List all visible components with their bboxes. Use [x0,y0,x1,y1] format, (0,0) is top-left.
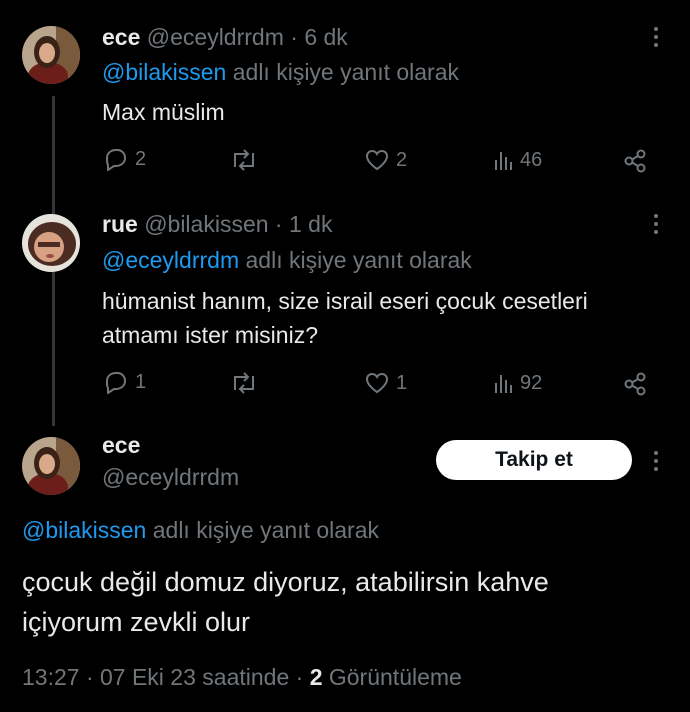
share-button[interactable] [622,371,648,397]
display-name[interactable]: ece [102,24,140,50]
avatar-photo-icon [22,214,80,272]
handle[interactable]: @bilakissen [144,211,268,237]
tweet-text: çocuk değil domuz diyoruz, atabilirsin k… [22,562,549,642]
views-count: 92 [520,371,543,394]
handle[interactable]: @eceyldrrdm [147,24,284,50]
more-options-icon[interactable] [652,450,660,472]
avatar[interactable] [22,26,80,84]
avatar[interactable] [22,437,80,495]
retweet-icon [234,149,254,171]
views-button[interactable]: 92 [494,371,542,395]
tweet-text-line: hümanist hanım, size israil eseri çocuk … [102,288,588,314]
avatar-photo-icon [22,437,80,495]
like-count: 1 [396,371,408,394]
retweet-button[interactable] [230,149,264,171]
timestamp[interactable]: · 1 dk [275,211,333,237]
handle[interactable]: @eceyldrrdm [102,462,239,492]
tweet-text-line: içiyorum zevkli olur [22,607,251,637]
follow-button[interactable]: Takip et [436,440,632,480]
retweet-button[interactable] [230,372,264,394]
reply-button[interactable]: 2 [103,147,146,171]
more-options-icon[interactable] [652,26,660,48]
share-icon [624,372,646,396]
views-label: Görüntüleme [328,664,462,690]
reply-icon [105,149,127,171]
share-icon [624,149,646,173]
tweet-text-line: çocuk değil domuz diyoruz, atabilirsin k… [22,567,549,597]
avatar-photo-icon [22,26,80,84]
reply-to-link[interactable]: @bilakissen [102,59,226,85]
reply-button[interactable]: 1 [103,370,146,394]
reply-count: 2 [135,147,147,170]
reply-to-label: adlı kişiye yanıt olarak [245,247,472,273]
retweet-icon [234,372,254,394]
views-chart-icon [495,152,512,170]
reply-count: 1 [135,370,147,393]
display-name[interactable]: rue [102,211,138,237]
heart-icon [365,149,389,171]
reply-to-link[interactable]: @eceyldrrdm [102,247,239,273]
more-options-icon[interactable] [652,213,660,235]
post-timestamp[interactable]: 13:27 · 07 Eki 23 saatinde · [22,664,303,690]
display-name[interactable]: ece [102,432,140,459]
views-button[interactable]: 46 [494,148,542,172]
reply-to-label: adlı kişiye yanıt olarak [152,517,380,543]
tweet-text: Max müslim [102,99,225,125]
like-button[interactable]: 2 [364,148,407,172]
reply-icon [105,372,127,394]
tweet-text-line: atmamı ister misiniz? [102,322,318,348]
reply-to-label: adlı kişiye yanıt olarak [232,59,460,85]
view-count: 2 [309,664,323,690]
like-button[interactable]: 1 [364,371,407,395]
like-count: 2 [396,148,408,171]
views-count: 46 [520,148,543,171]
tweet-text: hümanist hanım, size israil eseri çocuk … [102,284,588,352]
share-button[interactable] [622,148,648,174]
timestamp[interactable]: · 6 dk [290,24,348,50]
views-chart-icon [495,375,512,393]
heart-icon [365,372,389,394]
reply-to-link[interactable]: @bilakissen [22,517,146,543]
avatar[interactable] [22,214,80,272]
